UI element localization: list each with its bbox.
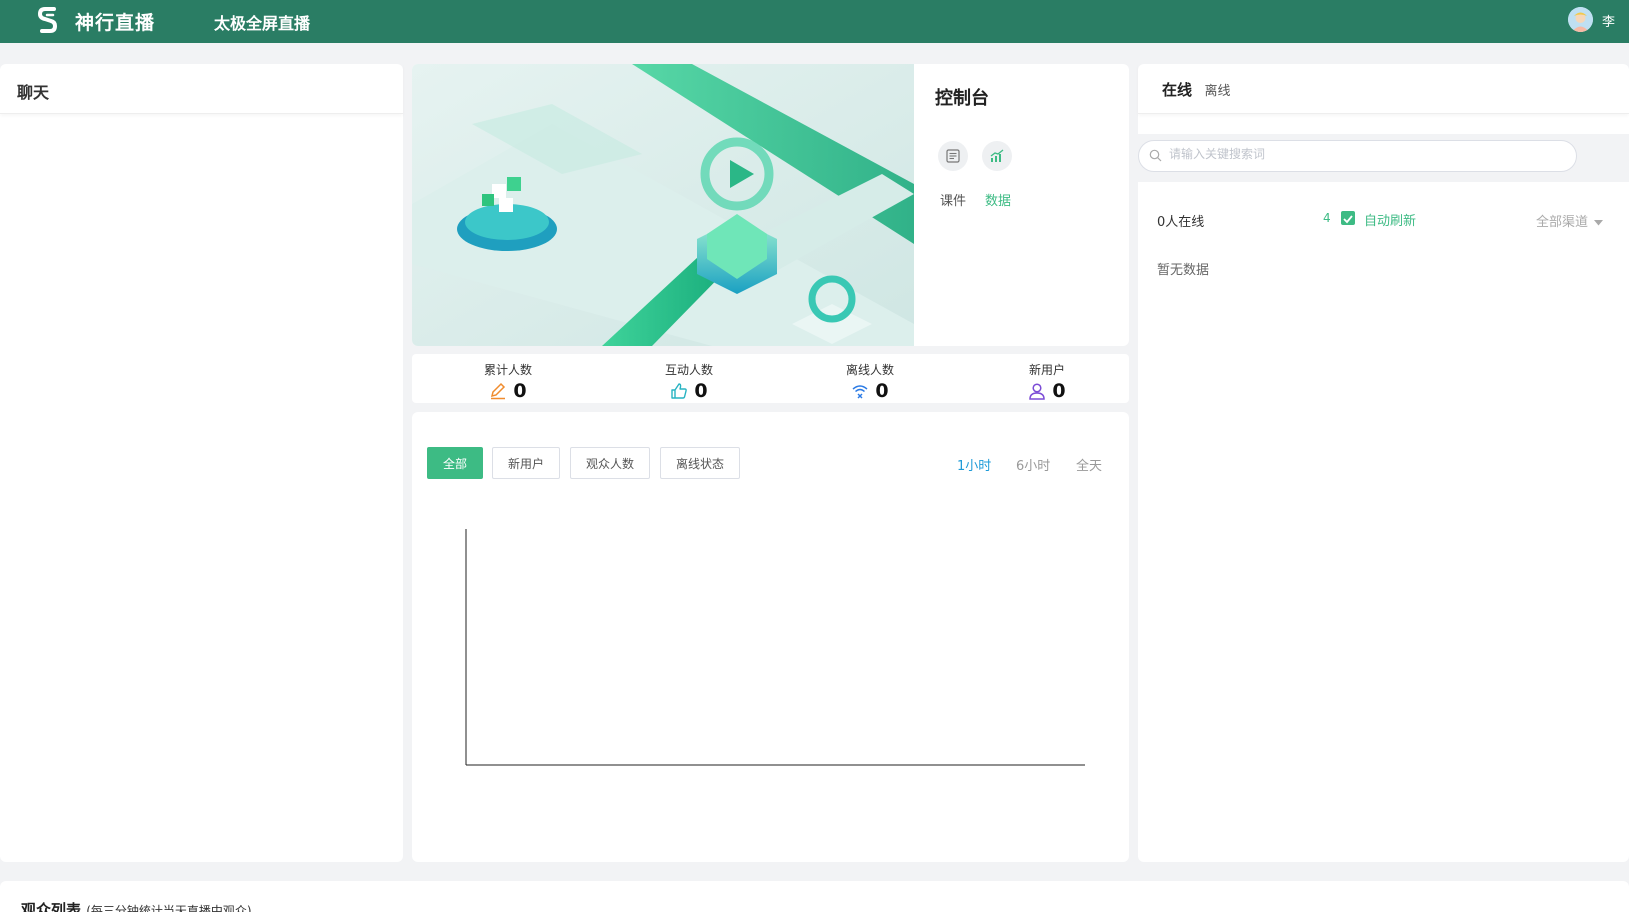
stat-total-label: 累计人数 — [483, 363, 532, 377]
caret-down-icon — [1594, 220, 1604, 226]
chart-trend-icon — [990, 149, 1004, 162]
audience-title-text: 观众列表 — [21, 901, 82, 912]
banner-panel: 控制台 课件 数据 — [412, 64, 1129, 346]
banner-image — [412, 64, 914, 346]
stat-new-users-label: 新用户 — [1028, 363, 1065, 377]
stat-offline-label: 离线人数 — [845, 363, 894, 377]
brand-name[interactable]: 神行直播 — [75, 8, 155, 35]
audience-panel: 观众列表 (每三分钟统计当天直播中观众) — [0, 881, 1629, 912]
logo-icon — [37, 7, 58, 33]
live-title: 太极全屏直播 — [214, 14, 311, 33]
user-icon — [1029, 383, 1046, 400]
stats-bar: 累计人数 0 互动人数 0 离线人数 0 新用户 0 — [412, 354, 1129, 403]
avatar[interactable] — [1568, 7, 1593, 32]
courseware-button[interactable] — [938, 141, 968, 171]
chart-panel: 全部 新用户 观众人数 离线状态 1小时 6小时 全天 — [412, 412, 1129, 862]
thumbs-up-icon — [671, 383, 688, 399]
audience-subtitle: (每三分钟统计当天直播中观众) — [86, 904, 252, 912]
console: 控制台 课件 数据 — [914, 64, 1129, 346]
stat-interactive: 互动人数 0 — [659, 361, 719, 402]
stat-total-value: 0 — [513, 380, 527, 402]
check-icon — [1343, 215, 1353, 224]
auto-refresh-checkbox[interactable] — [1341, 211, 1355, 225]
data-button[interactable] — [982, 141, 1012, 171]
chat-panel: 聊天 — [0, 64, 403, 862]
document-icon — [946, 149, 960, 163]
channel-select-value: 全部渠道 — [1536, 215, 1589, 230]
online-count: 0人在线 — [1157, 215, 1205, 230]
pencil-icon — [491, 382, 506, 400]
chat-title: 聊天 — [0, 64, 403, 114]
stat-new-users: 新用户 0 — [1017, 361, 1077, 402]
wifi-off-icon — [852, 385, 868, 399]
console-title: 控制台 — [935, 88, 989, 109]
channel-select[interactable]: 全部渠道 — [1536, 211, 1604, 230]
search-input[interactable] — [1169, 147, 1549, 161]
avatar-icon — [1568, 7, 1593, 32]
top-bar: 神行直播 太极全屏直播 李 — [0, 0, 1629, 43]
courseware-link[interactable]: 课件 — [940, 190, 966, 209]
line-chart — [465, 529, 1085, 766]
stat-total: 累计人数 0 — [478, 361, 538, 402]
search-icon — [1149, 149, 1162, 162]
tab-offline[interactable]: 离线 — [1204, 84, 1230, 99]
stat-offline-value: 0 — [875, 380, 889, 402]
search-box — [1138, 140, 1577, 172]
search-bar — [1138, 134, 1629, 182]
stat-new-users-value: 0 — [1052, 380, 1066, 402]
stat-offline: 离线人数 0 — [840, 361, 900, 402]
auto-refresh-label[interactable]: 自动刷新 — [1364, 210, 1416, 229]
data-link[interactable]: 数据 — [985, 190, 1011, 209]
online-tabs: 在线 离线 — [1138, 64, 1629, 114]
refresh-interval: 4 — [1323, 211, 1331, 225]
tab-online[interactable]: 在线 — [1162, 81, 1192, 99]
audience-title: 观众列表 (每三分钟统计当天直播中观众) — [21, 899, 252, 912]
stat-interactive-value: 0 — [694, 380, 708, 402]
user-name[interactable]: 李 — [1602, 11, 1615, 30]
online-panel: 在线 离线 0人在线 4 自动刷新 全部渠道 暂无数据 — [1138, 64, 1629, 862]
stat-interactive-label: 互动人数 — [664, 363, 713, 377]
empty-text: 暂无数据 — [1157, 263, 1210, 278]
